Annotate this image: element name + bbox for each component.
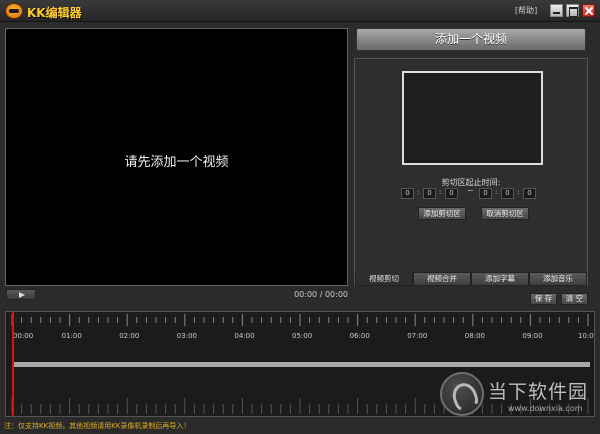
clear-button[interactable]: 清 空 (561, 293, 588, 305)
add-cut-button[interactable]: 添加剪切区 (418, 207, 466, 220)
ruler-label: 10:00 (578, 332, 594, 340)
end-second-field[interactable]: 0 (523, 188, 536, 199)
preview-message: 请先添加一个视频 (124, 155, 229, 170)
close-button[interactable] (582, 4, 595, 17)
timeline-track[interactable] (12, 362, 590, 367)
app-title: KK编辑器 (27, 6, 82, 20)
start-minute-field[interactable]: 0 (423, 188, 436, 199)
tab-add-subtitle[interactable]: 添加字幕 (471, 272, 529, 286)
status-bar: 注：仅支持KK视频，其他视频请用KK录像机录制后再导入！ (0, 418, 600, 434)
save-button[interactable]: 保 存 (530, 293, 557, 305)
tab-video-cut[interactable]: 视频剪切 (355, 272, 413, 286)
status-text: 注：仅支持KK视频，其他视频请用KK录像机录制后再导入！ (4, 422, 191, 430)
cut-panel: 剪切区起止时间: 0 : 0 : 0 ~ 0 : 0 : 0 添加剪切区 取消剪… (354, 58, 588, 286)
help-link[interactable]: [帮助] (515, 5, 537, 16)
ruler-label: 06:00 (350, 332, 370, 340)
ruler-label: 07:00 (407, 332, 427, 340)
ruler-label: 05:00 (292, 332, 312, 340)
app-logo-icon (5, 3, 23, 19)
title-bar: KK编辑器 [帮助] (0, 0, 600, 22)
watermark-url: www.downxia.com (508, 404, 583, 413)
add-video-button[interactable]: 添加一个视频 (356, 28, 586, 51)
start-second-field[interactable]: 0 (445, 188, 458, 199)
ruler-label: 01:00 (62, 332, 82, 340)
ruler-label: 03:00 (177, 332, 197, 340)
end-hour-field[interactable]: 0 (479, 188, 492, 199)
ruler-label: 04:00 (234, 332, 254, 340)
field-separator: : (495, 188, 498, 196)
cancel-cut-button[interactable]: 取消剪切区 (481, 207, 529, 220)
ruler-svg: 00:00 01:00 02:00 03:00 04:00 05:00 06:00 07:00… (11, 314, 594, 340)
ruler-label: 08:00 (465, 332, 485, 340)
ruler-label: 00:00 (13, 332, 33, 340)
field-separator: : (417, 188, 420, 196)
time-current: 00:00 (294, 290, 318, 299)
time-readout: 00:00 / 00:00 (290, 290, 348, 299)
maximize-button[interactable] (566, 4, 579, 17)
end-minute-field[interactable]: 0 (501, 188, 514, 199)
range-separator: ~ (467, 186, 474, 195)
field-separator: : (439, 188, 442, 196)
clip-preview-frame (402, 71, 543, 165)
tab-video-merge[interactable]: 视频合并 (413, 272, 471, 286)
function-tabs: 视频剪切 视频合并 添加字幕 添加音乐 (355, 272, 587, 286)
ruler-label: 09:00 (522, 332, 542, 340)
time-separator: / (317, 290, 325, 299)
time-total: 00:00 (324, 290, 348, 299)
video-preview: 请先添加一个视频 (5, 28, 348, 286)
play-button[interactable] (6, 289, 36, 300)
start-hour-field[interactable]: 0 (401, 188, 414, 199)
minimize-button[interactable] (550, 4, 563, 17)
timeline-ruler: 00:00 01:00 02:00 03:00 04:00 05:00 06:00 07:00… (6, 312, 594, 348)
watermark-logo-icon (440, 372, 484, 416)
playhead[interactable] (12, 312, 14, 416)
field-separator: : (517, 188, 520, 196)
tab-add-music[interactable]: 添加音乐 (529, 272, 587, 286)
ruler-label: 02:00 (119, 332, 139, 340)
watermark-text: 当下软件园 (488, 381, 589, 403)
cut-time-fields: 0 : 0 : 0 ~ 0 : 0 : 0 (401, 186, 551, 200)
